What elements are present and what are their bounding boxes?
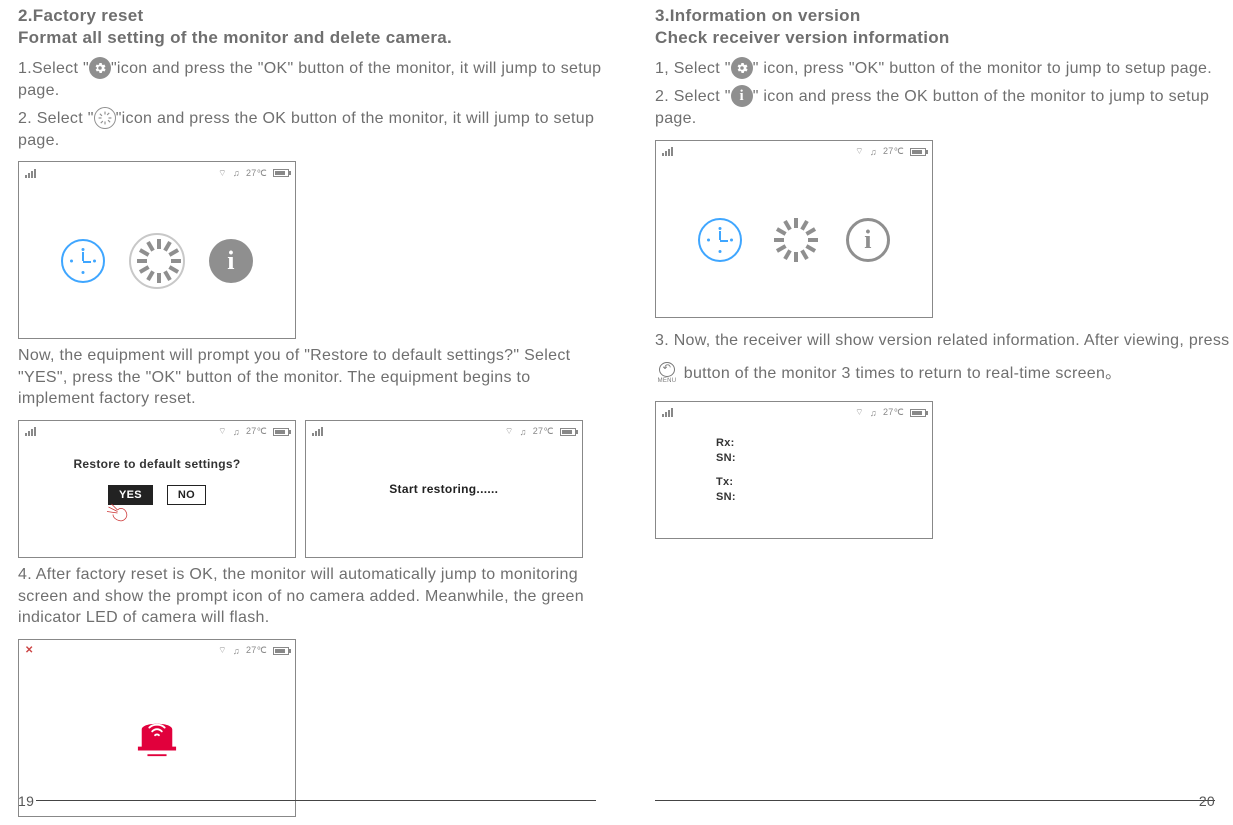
footer-rule	[655, 800, 1215, 801]
device-screen-confirm: ⌔♫27℃ Restore to default settings? YES N…	[18, 420, 296, 558]
temperature: 27℃	[246, 426, 267, 437]
wifi-icon: ⌔	[218, 645, 227, 656]
status-bar: ⌔ ♫ 27℃	[312, 425, 576, 439]
section-title: 3.Information on version	[655, 6, 1233, 26]
clock-icon	[61, 239, 105, 283]
text: button of the monitor 3 times to return …	[679, 365, 1122, 382]
music-icon: ♫	[520, 427, 527, 437]
temperature: 27℃	[246, 168, 267, 179]
icon-row: i	[656, 218, 932, 262]
status-bar: ⌔ ♫ 27℃	[25, 166, 289, 180]
now-text: Now, the equipment will prompt you of "R…	[18, 345, 603, 410]
music-icon: ♫	[870, 147, 877, 157]
step-2: 2. Select "i" icon and press the OK butt…	[655, 86, 1233, 130]
step-4: 4. After factory reset is OK, the monito…	[18, 564, 603, 629]
device-screen-setup: ⌔ ♫ 27℃ i	[18, 161, 296, 339]
info-icon: i	[731, 85, 753, 107]
wifi-icon: ⌔	[855, 146, 864, 157]
text: 2. Select "	[655, 88, 731, 105]
hand-pointer-icon	[104, 501, 134, 525]
battery-icon	[273, 169, 289, 177]
section-subtitle: Format all setting of the monitor and de…	[18, 28, 603, 48]
rx-label: Rx:	[716, 436, 736, 451]
signal-icon	[312, 427, 323, 436]
page-left: 2.Factory reset Format all setting of th…	[18, 6, 613, 823]
device-screen-setup-info: ⌔ ♫ 27℃ i	[655, 140, 933, 318]
wifi-icon: ⌔	[855, 407, 864, 418]
wifi-icon: ⌔	[505, 426, 514, 437]
info-icon: i	[209, 239, 253, 283]
clock-icon	[698, 218, 742, 262]
info-icon-selected: i	[846, 218, 890, 262]
battery-icon	[273, 647, 289, 655]
music-icon: ♫	[233, 427, 240, 437]
restoring-text: Start restoring......	[306, 482, 582, 496]
text: 1, Select "	[655, 60, 731, 77]
music-icon: ♫	[233, 168, 240, 178]
menu-button-icon: ↶MENU	[655, 362, 679, 384]
signal-icon	[662, 147, 673, 156]
device-screen-version: ⌔ ♫ 27℃ Rx: SN: Tx: SN:	[655, 401, 933, 539]
loader-icon-selected	[135, 239, 179, 283]
signal-icon	[25, 427, 36, 436]
temperature: 27℃	[533, 426, 554, 437]
gear-icon	[731, 57, 753, 79]
battery-icon	[910, 409, 926, 417]
text: 1.Select "	[18, 60, 89, 77]
no-button[interactable]: NO	[167, 485, 206, 505]
status-bar: ⌔ ♫ 27℃	[662, 406, 926, 420]
status-bar: ⌔ ♫ 27℃	[25, 425, 289, 439]
text: 3. Now, the receiver will show version r…	[655, 332, 1229, 349]
step-3: 3. Now, the receiver will show version r…	[655, 324, 1233, 391]
signal-icon	[25, 169, 36, 178]
text: 2. Select "	[18, 110, 94, 127]
signal-icon	[662, 408, 673, 417]
step-1: 1, Select " " icon, press "OK" button of …	[655, 58, 1233, 80]
music-icon: ♫	[870, 408, 877, 418]
footer-rule	[36, 800, 596, 801]
battery-icon	[560, 428, 576, 436]
battery-icon	[910, 148, 926, 156]
no-signal-icon: ✕	[25, 645, 34, 656]
music-icon: ♫	[233, 646, 240, 656]
device-screen-no-camera: ✕ ⌔ ♫ 27℃	[18, 639, 296, 817]
battery-icon	[273, 428, 289, 436]
step-2: 2. Select ""icon and press the OK button…	[18, 108, 603, 152]
temperature: 27℃	[883, 407, 904, 418]
wifi-icon: ⌔	[218, 168, 227, 179]
sn-label: SN:	[716, 451, 736, 466]
gear-icon	[89, 57, 111, 79]
text: " icon, press "OK" button of the monitor…	[753, 60, 1212, 77]
temperature: 27℃	[246, 645, 267, 656]
menu-label: MENU	[658, 378, 677, 384]
version-info: Rx: SN: Tx: SN:	[716, 436, 736, 506]
step-1: 1.Select ""icon and press the "OK" butto…	[18, 58, 603, 102]
page-number-right: 20	[1199, 793, 1215, 809]
restore-prompt-text: Restore to default settings?	[73, 457, 240, 471]
page-right: 3.Information on version Check receiver …	[655, 6, 1233, 545]
icon-row: i	[19, 239, 295, 283]
status-bar: ✕ ⌔ ♫ 27℃	[25, 644, 289, 658]
loader-icon	[772, 218, 816, 262]
section-title: 2.Factory reset	[18, 6, 603, 26]
loader-icon	[94, 107, 116, 129]
tx-label: Tx:	[716, 475, 736, 490]
sn-label: SN:	[716, 490, 736, 505]
device-screen-restoring: ⌔ ♫ 27℃ Start restoring......	[305, 420, 583, 558]
wifi-icon: ⌔	[218, 426, 227, 437]
page-number-left: 19	[18, 793, 34, 809]
status-bar: ⌔ ♫ 27℃	[662, 145, 926, 159]
no-camera-alert-icon	[134, 718, 180, 760]
section-subtitle: Check receiver version information	[655, 28, 1233, 48]
temperature: 27℃	[883, 146, 904, 157]
